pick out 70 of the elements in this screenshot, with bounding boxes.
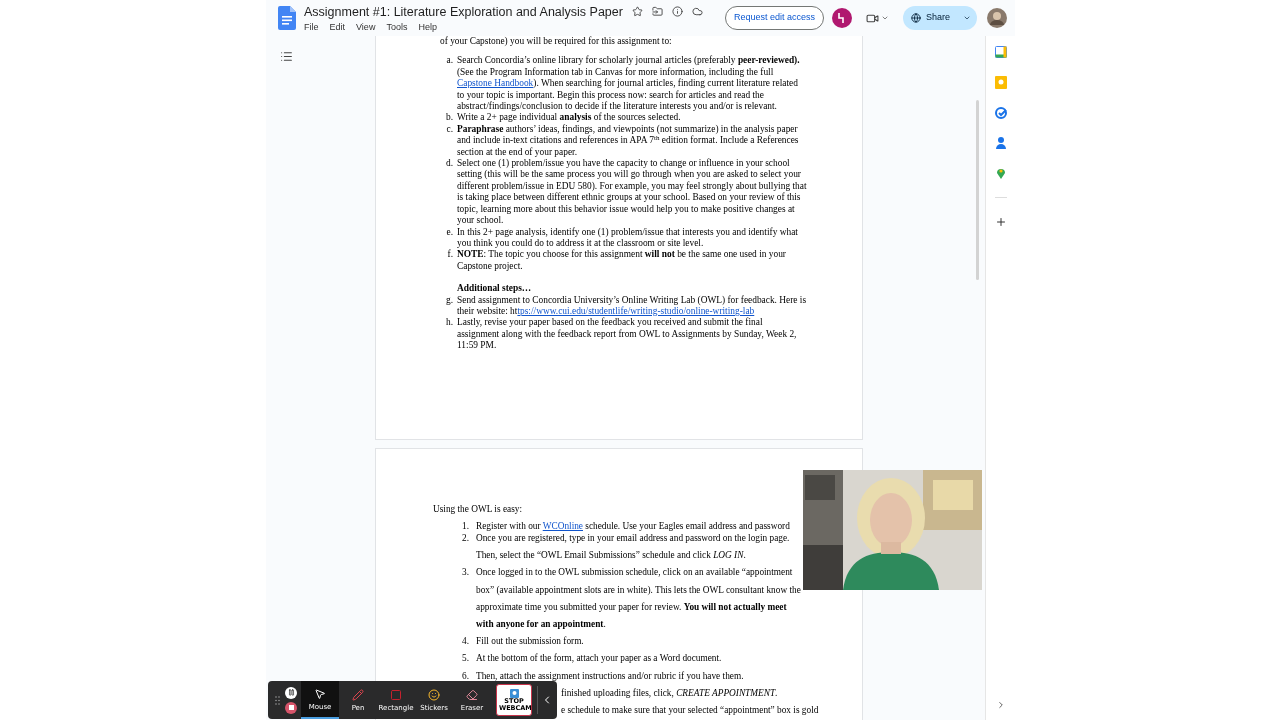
- list-item-text: At the bottom of the form, attach your paper as a Word document.: [476, 652, 723, 666]
- eraser-icon: [466, 688, 478, 701]
- menu-item[interactable]: Help: [418, 20, 437, 33]
- webcam-icon: [509, 688, 519, 698]
- link[interactable]: tps://www.cui.edu/studentlife/writing-studio/online-writing-lab: [517, 305, 755, 316]
- section-heading: Additional steps…: [457, 283, 533, 295]
- map-pin-icon[interactable]: [995, 167, 1006, 179]
- rectangle-icon: [390, 688, 402, 701]
- list-item-text: Paraphrase authors’ ideas, findings, and viewpoints (not summarize) in the analysis paper and include in-text citations and references in APA 7$^{th}$ edition format. Include a References section at the end of your paper.: [457, 123, 800, 158]
- drag-handle-icon[interactable]: [275, 695, 280, 705]
- pause-button[interactable]: [285, 686, 297, 699]
- menu-item[interactable]: View: [356, 20, 376, 33]
- add-icon[interactable]: [994, 216, 1007, 228]
- menu-item[interactable]: Edit: [329, 20, 346, 33]
- list-marker: e.: [445, 226, 454, 239]
- star-icon[interactable]: [631, 6, 643, 17]
- cloud-icon[interactable]: [691, 6, 703, 17]
- scrollbar[interactable]: [976, 100, 979, 280]
- list-marker: 3.: [462, 566, 470, 580]
- list-marker: 1.: [462, 520, 470, 532]
- document-icon[interactable]: [278, 6, 296, 30]
- list-item-text: Once you are registered, type in your email address and password on the login page. Then, select the “OWL Email Submissions” schedule and click LOG IN.: [476, 532, 791, 563]
- list-item-text: Lastly, revise your paper based on the feedback you received and submit the final assignment along with the feedback report from OWL to Assignments by Sunday, Week 2, 11:59 PM.: [457, 317, 798, 352]
- menu-item[interactable]: File: [304, 20, 319, 33]
- list-item-text: Register with our WCOnline schedule. Use your Eagles email address and password: [476, 520, 791, 532]
- outline-icon[interactable]: [279, 50, 293, 63]
- list-marker: f.: [446, 249, 454, 262]
- cursor-icon: [314, 687, 326, 700]
- person-icon[interactable]: [995, 137, 1006, 149]
- list-item-text: NOTE: The topic you choose for this assignment will not be the same one used in your Capstone project.: [457, 249, 787, 273]
- list-marker: 6.: [462, 669, 470, 683]
- caret-icon: [880, 14, 889, 22]
- list-item-text: Send assignment to Concordia University’s Online Writing Lab (OWL) for feedback. Here is their website: https://www.cui.edu/studentlife/writing-studio/online-writing-lab: [457, 294, 807, 317]
- link[interactable]: WCOnline: [542, 521, 583, 531]
- list-item-text: e schedule to make sure that your selected “appointment” box is gold: [561, 704, 820, 718]
- paragraph: of your Capstone) you will be required for this assignment to:: [440, 36, 673, 48]
- list-marker: 5.: [462, 652, 470, 666]
- list-marker: h.: [444, 317, 454, 330]
- share-button[interactable]: Share: [902, 6, 977, 30]
- calendar-icon[interactable]: [994, 46, 1007, 58]
- list-item-text: Once logged in to the OWL submission schedule, click on an available “appointment box” (available appointment slots are in white). This lets the OWL consultant know the approximate time you submitted your paper for review. You will not actually meet with anyone for an appointment.: [476, 566, 802, 631]
- list-marker: 2.: [462, 532, 470, 545]
- checkmark-icon[interactable]: [994, 107, 1007, 119]
- link[interactable]: Capstone Handbook: [457, 78, 534, 89]
- folder-icon[interactable]: [651, 6, 663, 17]
- caret-icon: [963, 14, 971, 22]
- list-item-text: Then, attach the assignment instructions and/or rubric if you have them.: [476, 669, 745, 683]
- request-edit-access-button[interactable]: Request edit access: [724, 6, 824, 30]
- profile-avatar-icon[interactable]: [987, 8, 1007, 28]
- list-item-text: Write a 2+ page individual analysis of the sources selected.: [457, 112, 682, 124]
- list-marker: b.: [444, 112, 454, 124]
- stop-button[interactable]: [285, 701, 297, 714]
- list-item-text: finished uploading files, click, CREATE APPOINTMENT.: [561, 686, 779, 700]
- list-item-text: Select one (1) problem/issue you have the capacity to change or influence in your school setting (this will be the same process you will go through when you are asked to select your different problem/issue in EDU 580). For example, you may feel strongly about bullying that is taking place between different ethnic groups at your school. Based on your review of this topic, learning more about this behavior issue would help you to make positive changes at your school.: [457, 158, 807, 227]
- list-marker: g.: [444, 294, 454, 307]
- menu-item[interactable]: Tools: [386, 20, 408, 33]
- list-marker: a.: [445, 55, 454, 68]
- paragraph: Using the OWL is easy:: [433, 504, 523, 515]
- pen-icon: [352, 688, 364, 701]
- list-marker: 4.: [462, 635, 470, 649]
- list-item-text: Fill out the submission form.: [476, 635, 585, 649]
- globe-icon: [910, 13, 921, 23]
- info-icon[interactable]: [671, 6, 683, 17]
- list-item-text: In this 2+ page analysis, identify one (1) problem/issue that interests you and identify what you think you could do to address it at the classroom or site level.: [457, 226, 799, 249]
- account-avatar-icon[interactable]: [831, 8, 852, 28]
- document-title[interactable]: Assignment #1: Literature Exploration and Analysis Paper: [304, 3, 623, 20]
- list-marker: d.: [444, 158, 454, 171]
- emoji-icon: [428, 688, 440, 701]
- list-item-text: Search Concordia’s online library for scholarly journal articles (preferably peer-reviewed). (See the Program Information tab in Canvas for more information, including the full Capstone Handbook). When searching for journal articles, finding current literature related to your topic is important. Begin this process now: search for articles and read the abstract/findings/conclusion to decide if the literature interests you and/or is relevant.: [457, 55, 801, 112]
- list-marker: c.: [445, 123, 454, 136]
